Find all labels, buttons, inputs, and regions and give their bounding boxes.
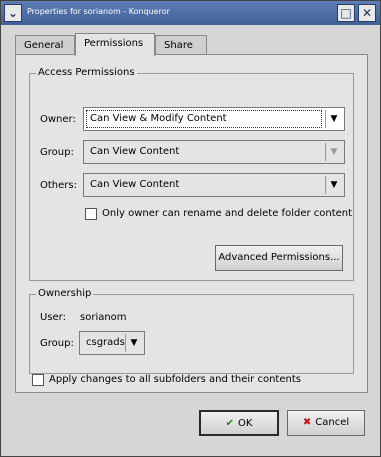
check-icon: ✔ bbox=[225, 418, 234, 429]
maximize-icon[interactable]: □ bbox=[337, 4, 355, 22]
ownership-group-select[interactable]: csgrads ▼ bbox=[79, 331, 145, 355]
ownership-group-value: csgrads bbox=[86, 337, 125, 348]
chevron-down-icon: ▼ bbox=[325, 176, 342, 194]
user-value: sorianom bbox=[80, 312, 127, 323]
properties-window: ⌄ Properties for sorianom - Konqueror □ … bbox=[0, 0, 381, 457]
others-label: Others: bbox=[40, 180, 77, 191]
others-permission-select[interactable]: Can View Content ▼ bbox=[83, 173, 345, 197]
group-permission-select[interactable]: Can View Content ▼ bbox=[83, 140, 345, 164]
ok-button[interactable]: ✔ OK bbox=[199, 410, 279, 436]
others-permission-value: Can View Content bbox=[90, 179, 180, 190]
only-owner-label: Only owner can rename and delete folder … bbox=[102, 208, 353, 219]
tab-share[interactable]: Share bbox=[155, 35, 207, 55]
chevron-down-icon: ▼ bbox=[325, 110, 342, 128]
ownership-title: Ownership bbox=[36, 288, 94, 299]
tab-permissions[interactable]: Permissions bbox=[75, 33, 155, 56]
group-permission-value: Can View Content bbox=[90, 146, 180, 157]
permissions-panel: Access Permissions Owner: Can View & Mod… bbox=[15, 54, 368, 393]
chevron-down-icon: ▼ bbox=[125, 334, 142, 352]
cancel-x-icon: ✖ bbox=[302, 417, 312, 428]
only-owner-checkbox[interactable] bbox=[85, 208, 97, 220]
owner-permission-select[interactable]: Can View & Modify Content ▼ bbox=[83, 107, 345, 131]
close-icon[interactable]: ✕ bbox=[358, 4, 376, 22]
cancel-button[interactable]: ✖ Cancel bbox=[287, 410, 365, 436]
access-permissions-title: Access Permissions bbox=[36, 67, 137, 78]
ownership-group: Ownership User: sorianom Group: csgrads … bbox=[29, 288, 354, 374]
group-label: Group: bbox=[40, 147, 74, 158]
user-label: User: bbox=[40, 312, 66, 323]
apply-subfolders-checkbox[interactable] bbox=[32, 374, 44, 386]
tab-general[interactable]: General bbox=[15, 35, 75, 55]
owner-label: Owner: bbox=[40, 114, 76, 125]
window-title: Properties for sorianom - Konqueror bbox=[27, 7, 170, 16]
access-permissions-group: Access Permissions Owner: Can View & Mod… bbox=[29, 67, 354, 281]
chevron-down-icon: ▼ bbox=[325, 143, 342, 161]
apply-subfolders-label: Apply changes to all subfolders and thei… bbox=[49, 374, 301, 385]
window-menu-icon[interactable]: ⌄ bbox=[4, 4, 22, 22]
owner-permission-value: Can View & Modify Content bbox=[90, 113, 227, 124]
ownership-group-label: Group: bbox=[40, 338, 74, 349]
title-bar[interactable]: ⌄ Properties for sorianom - Konqueror □ … bbox=[1, 1, 380, 25]
advanced-permissions-button[interactable]: Advanced Permissions... bbox=[215, 245, 343, 271]
